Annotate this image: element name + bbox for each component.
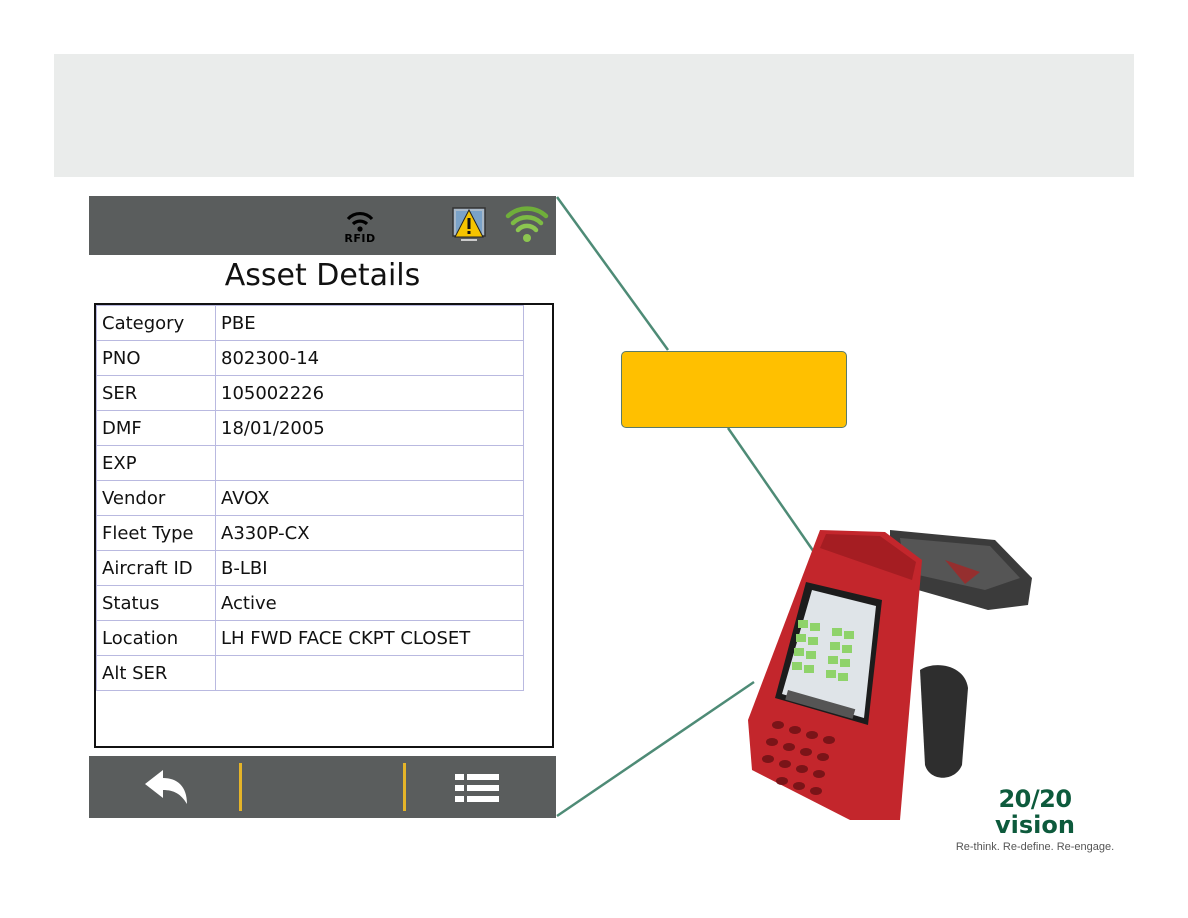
detail-value: 18/01/2005	[215, 410, 524, 446]
warning-icon[interactable]	[452, 205, 486, 243]
logo-text-bottom: vision	[995, 811, 1075, 839]
table-row[interactable]: Status Active	[96, 585, 524, 621]
callout-box	[621, 351, 847, 428]
detail-value: B-LBI	[215, 550, 524, 586]
rfid-handheld-device-illustration	[740, 520, 1040, 824]
asset-details-panel: Category PBE PNO 802300-14 SER 105002226 DMF 18…	[94, 303, 554, 748]
detail-value	[215, 655, 524, 691]
detail-value	[215, 445, 524, 481]
toolbar-divider	[239, 763, 242, 811]
table-row[interactable]: DMF 18/01/2005	[96, 410, 524, 446]
back-arrow-icon[interactable]	[141, 768, 193, 808]
rfid-icon: RFID	[339, 207, 381, 247]
brand-tagline: Re-think. Re-define. Re-engage.	[955, 841, 1115, 853]
status-bar: RFID	[89, 196, 556, 255]
toolbar-divider	[403, 763, 406, 811]
detail-key: PNO	[96, 340, 216, 376]
table-row[interactable]: Fleet Type A330P-CX	[96, 515, 524, 551]
detail-key: Fleet Type	[96, 515, 216, 551]
detail-key: SER	[96, 375, 216, 411]
detail-value: A330P-CX	[215, 515, 524, 551]
table-row[interactable]: PNO 802300-14	[96, 340, 524, 376]
table-row[interactable]: Aircraft ID B-LBI	[96, 550, 524, 586]
detail-key: DMF	[96, 410, 216, 446]
detail-key: Vendor	[96, 480, 216, 516]
detail-key: Category	[96, 305, 216, 341]
table-row[interactable]: Category PBE	[96, 305, 524, 341]
logo-text-top: 20/20	[998, 785, 1072, 813]
detail-value: LH FWD FACE CKPT CLOSET	[215, 620, 524, 656]
asset-details-table: Category PBE PNO 802300-14 SER 105002226 DMF 18…	[96, 305, 524, 691]
detail-value: PBE	[215, 305, 524, 341]
detail-key: Status	[96, 585, 216, 621]
table-row[interactable]: EXP	[96, 445, 524, 481]
table-row[interactable]: Vendor AVOX	[96, 480, 524, 516]
device-screen: RFID Asset Details Category PBE PNO 8023…	[89, 196, 556, 818]
detail-value: 802300-14	[215, 340, 524, 376]
table-row[interactable]: Location LH FWD FACE CKPT CLOSET	[96, 620, 524, 656]
detail-key: Location	[96, 620, 216, 656]
detail-key: Alt SER	[96, 655, 216, 691]
list-menu-icon[interactable]	[455, 774, 499, 802]
detail-value: 105002226	[215, 375, 524, 411]
brand-logo: 20/20 vision Re-think. Re-define. Re-eng…	[940, 786, 1130, 853]
rfid-label: RFID	[344, 232, 376, 245]
detail-key: EXP	[96, 445, 216, 481]
page-title: Asset Details	[224, 258, 421, 293]
table-row[interactable]: SER 105002226	[96, 375, 524, 411]
detail-value: Active	[215, 585, 524, 621]
detail-value: AVOX	[215, 480, 524, 516]
signal-strength-icon	[504, 202, 550, 248]
table-row[interactable]: Alt SER	[96, 655, 524, 691]
detail-key: Aircraft ID	[96, 550, 216, 586]
bottom-toolbar	[89, 756, 556, 818]
